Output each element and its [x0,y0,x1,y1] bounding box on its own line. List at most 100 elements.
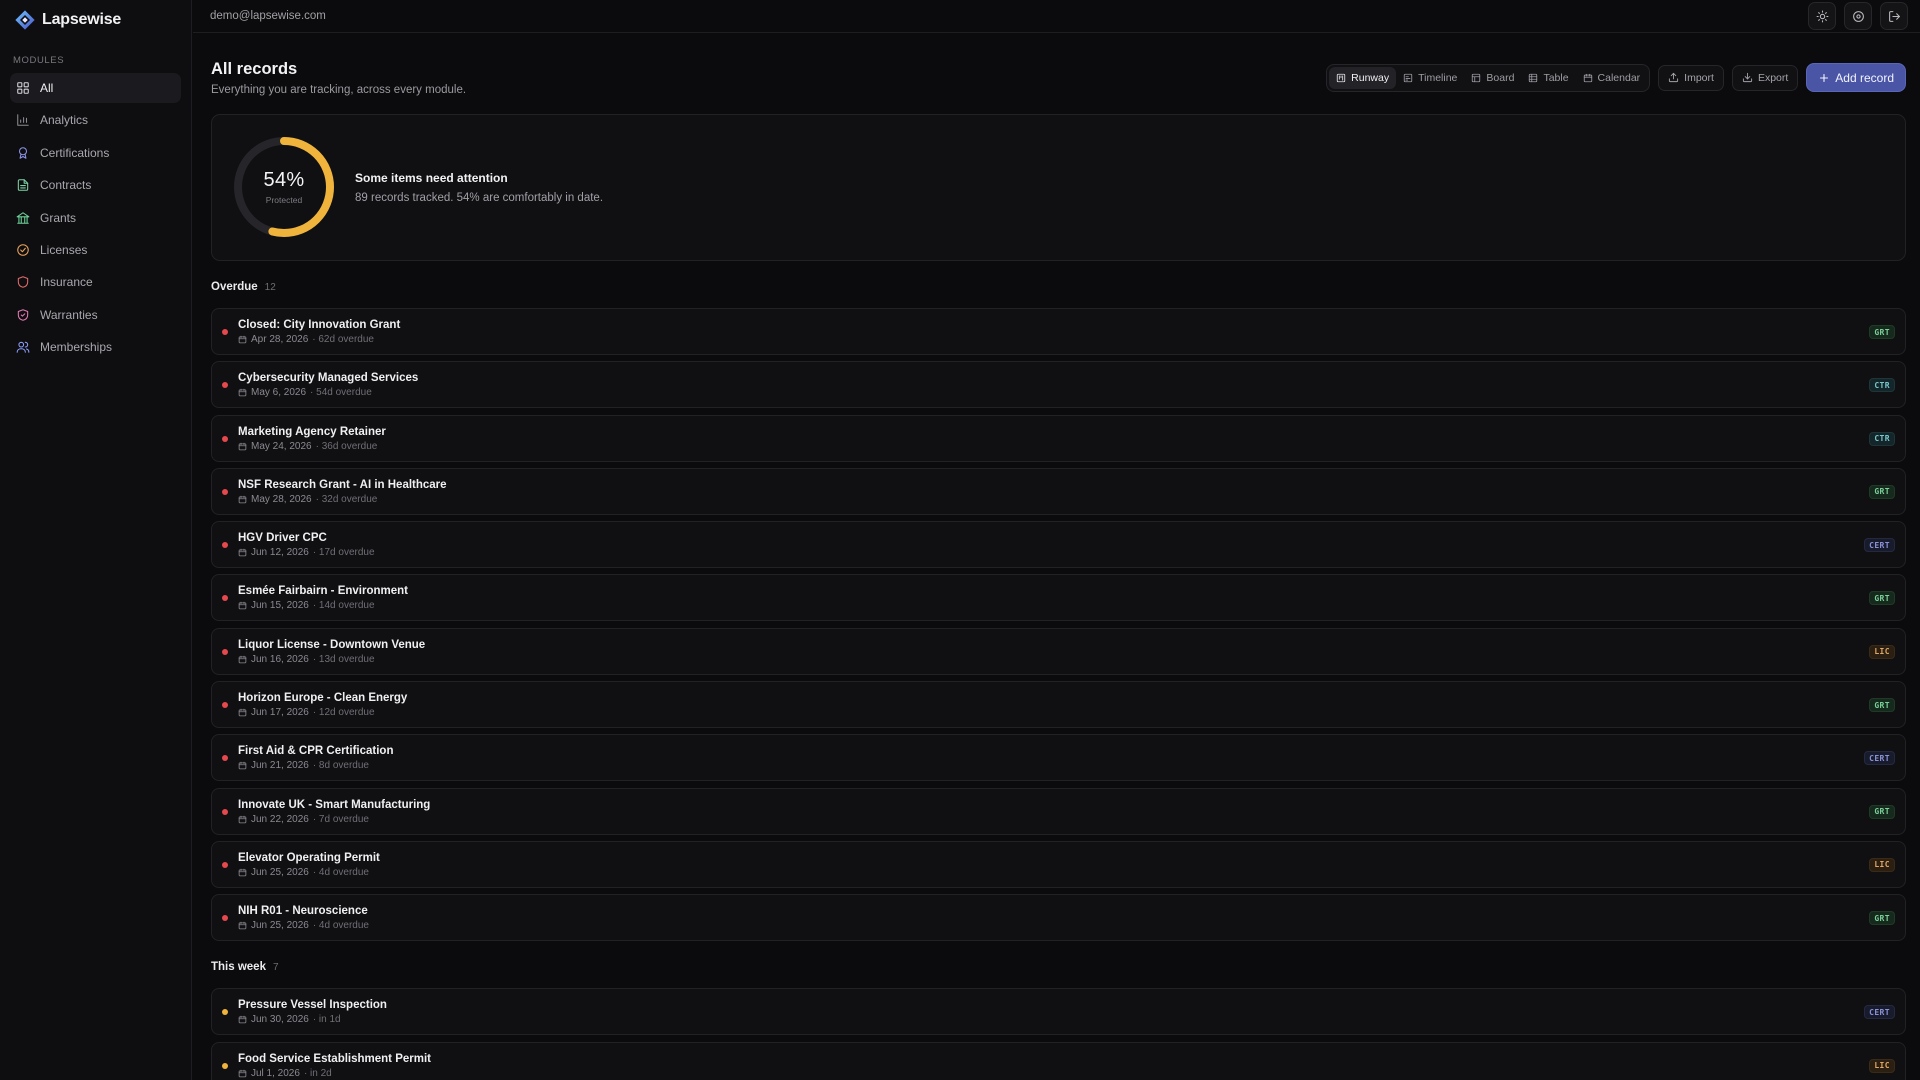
section-title: This week [211,961,266,974]
record-meta: Jun 15, 2026 · 14d overdue [238,600,375,611]
status-dot [222,542,228,549]
award-icon-wrap [15,145,30,160]
record-meta: Jun 17, 2026 · 12d overdue [238,707,375,718]
record-row[interactable]: Horizon Europe - Clean Energy Jun 17, 202… [211,681,1906,729]
sidebar-item-contracts[interactable]: Contracts [10,170,181,200]
calendar-icon [238,655,247,664]
sidebar-item-memberships[interactable]: Memberships [10,332,181,362]
sidebar-item-insurance[interactable]: Insurance [10,267,181,297]
sidebar-item-label: Insurance [40,275,93,290]
record-date: Jun 25, 2026 [251,920,309,932]
shield-check-icon-wrap [15,307,30,322]
record-date: Jul 1, 2026 [251,1067,300,1079]
record-status: · 36d overdue [315,440,378,452]
bar-chart-icon-wrap [15,113,30,128]
page-title: All records [211,60,298,78]
theme-toggle-button[interactable] [1808,2,1836,30]
record-row[interactable]: First Aid & CPR Certification Jun 21, 202… [211,734,1906,782]
badge-check-icon [16,244,29,256]
record-title: Marketing Agency Retainer [238,425,386,438]
view-tab-table[interactable]: Table [1521,67,1575,89]
record-row[interactable]: Elevator Operating Permit Jun 25, 2026 · 4… [211,840,1906,888]
sidebar-item-all[interactable]: All [10,73,181,103]
view-switcher: Runway Timeline Board Table Calendar [1326,63,1651,92]
sidebar-item-grants[interactable]: Grants [10,203,181,233]
record-sections: Overdue 12 Closed: City Innovation Grant Ap… [211,281,1906,1080]
status-dot [222,488,228,495]
record-row[interactable]: Innovate UK - Smart Manufacturing Jun 22,… [211,787,1906,835]
calendar-icon [238,1015,247,1024]
module-tag: CTR [1869,378,1895,393]
record-row[interactable]: Closed: City Innovation Grant Apr 28, 202… [211,308,1906,355]
view-tab-label: Timeline [1418,71,1458,84]
record-status: · 32d overdue [315,493,378,505]
status-dot [222,861,228,868]
section-count: 12 [264,282,276,293]
shield-check-icon [17,308,28,321]
record-meta: Jun 25, 2026 · 4d overdue [238,867,369,878]
module-tag: GRT [1869,591,1895,606]
record-row[interactable]: Cybersecurity Managed Services May 6, 202… [211,361,1906,409]
record-status: · 8d overdue [312,760,369,772]
record-title: Innovate UK - Smart Manufacturing [238,798,431,811]
import-button[interactable]: Import [1658,64,1724,91]
kanban-icon [1337,73,1346,82]
record-row[interactable]: Marketing Agency Retainer May 24, 2026 · 3… [211,414,1906,462]
record-row[interactable]: NIH R01 - Neuroscience Jun 25, 2026 · 4d o… [211,894,1906,942]
view-tab-label: Calendar [1597,71,1641,84]
record-title: Cybersecurity Managed Services [238,372,419,385]
record-status: · 12d overdue [312,707,375,719]
settings-icon [1852,10,1864,22]
export-button[interactable]: Export [1731,64,1799,91]
sidebar-item-certifications[interactable]: Certifications [10,138,181,168]
module-tag: CTR [1869,431,1895,446]
view-tab-label: Board [1486,71,1515,84]
record-title: Food Service Establishment Permit [238,1052,432,1065]
sidebar-item-label: Warranties [40,307,98,322]
sidebar-section-label: Modules [13,55,65,66]
record-status: · 4d overdue [312,866,369,878]
view-tab-runway[interactable]: Runway [1329,66,1397,89]
record-row[interactable]: NSF Research Grant - AI in Healthcare May… [211,467,1906,515]
sidebar-item-analytics[interactable]: Analytics [10,105,181,135]
record-row[interactable]: HGV Driver CPC Jun 12, 2026 · 17d overdue C… [211,521,1906,569]
view-tab-timeline[interactable]: Timeline [1396,67,1464,89]
record-row[interactable]: Esmée Fairbairn - Environment Jun 15, 202… [211,574,1906,622]
record-row[interactable]: Food Service Establishment Permit Jul 1, … [211,1041,1906,1080]
status-dot [222,435,228,442]
calendar-icon [238,335,247,344]
record-row[interactable]: Pressure Vessel Inspection Jun 30, 2026 · … [211,988,1906,1036]
page-header: All records Everything you are tracking,… [211,34,1906,114]
calendar-icon [238,762,247,770]
record-date: May 28, 2026 [251,493,312,505]
sidebar-item-warranties[interactable]: Warranties [10,300,181,330]
module-tag: GRT [1869,325,1895,339]
page-subtitle: Everything you are tracking, across ever… [211,84,467,96]
settings-button[interactable] [1844,2,1872,30]
record-status: · 14d overdue [312,600,375,612]
file-text-icon-wrap [15,178,30,193]
sidebar-item-licenses[interactable]: Licenses [10,235,181,265]
view-tab-board[interactable]: Board [1464,67,1521,89]
record-title: NSF Research Grant - AI in Healthcare [238,478,447,491]
sidebar-item-label: Grants [40,210,77,225]
add-record-button[interactable]: Add record [1806,63,1906,92]
protection-summary-card: 54% Protected Some items need attention … [211,114,1906,261]
sidebar-item-label: Licenses [40,242,88,257]
view-tab-calendar[interactable]: Calendar [1576,67,1648,89]
module-tag: CERT [1864,1005,1895,1020]
top-actions [1808,2,1908,30]
record-row[interactable]: Liquor License - Downtown Venue Jun 16, 2… [211,627,1906,675]
brand[interactable]: Lapsewise [0,0,191,40]
record-meta: Jun 30, 2026 · in 1d [238,1014,341,1025]
status-dot [222,329,228,335]
record-title: NIH R01 - Neuroscience [238,905,368,918]
logout-button[interactable] [1880,2,1908,30]
sidebar-item-label: Certifications [40,145,110,160]
board-icon [1472,73,1481,82]
record-meta: Jun 21, 2026 · 8d overdue [238,760,369,771]
sidebar-item-label: Analytics [40,113,89,128]
status-dot [222,1062,228,1069]
add-record-label: Add record [1835,70,1894,85]
header-actions: Runway Timeline Board Table Calendar Import … [1326,63,1906,92]
